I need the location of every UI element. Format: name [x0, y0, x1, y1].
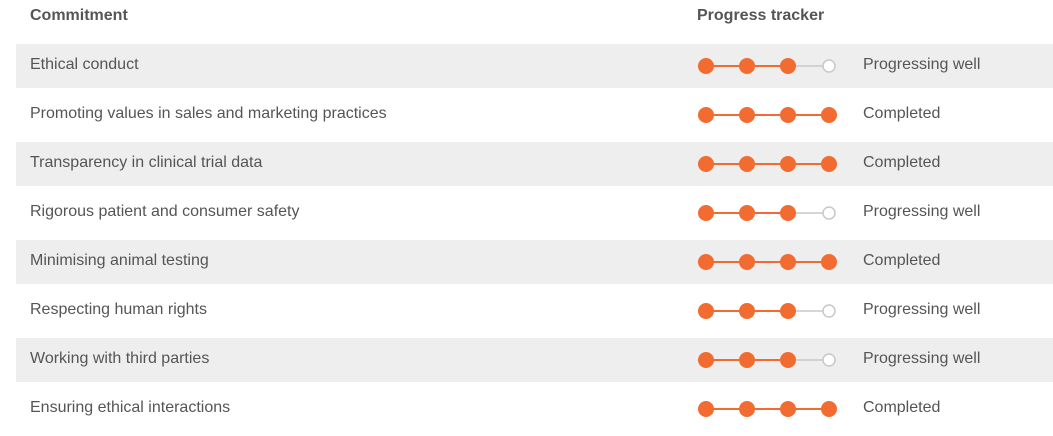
progress-dot-complete-icon [821, 401, 837, 417]
progress-dot-complete-icon [739, 58, 755, 74]
progress-dot-complete-icon [698, 156, 714, 172]
table-row: Ethical conduct Progressing well [0, 44, 1053, 93]
commitment-label: Minimising animal testing [30, 252, 209, 269]
status-label: Progressing well [863, 350, 981, 367]
progress-dot-complete-icon [780, 303, 796, 319]
progress-steps-graphic [698, 254, 837, 270]
progress-steps-graphic [698, 58, 836, 74]
progress-steps-graphic [698, 205, 836, 221]
progress-dot-pending-icon [822, 353, 836, 367]
status-label: Completed [863, 154, 941, 171]
progress-tracker-column-header: Progress tracker [697, 7, 825, 24]
commitment-column-header: Commitment [30, 7, 128, 24]
progress-dot-complete-icon [739, 156, 755, 172]
table-row: Ensuring ethical interactions Completed [0, 387, 1053, 436]
progress-dot-complete-icon [698, 107, 714, 123]
table-row: Working with third parties Progressing w… [0, 338, 1053, 387]
progress-dot-complete-icon [821, 107, 837, 123]
progress-steps-graphic [698, 156, 837, 172]
commitment-label: Transparency in clinical trial data [30, 154, 263, 171]
progress-dot-complete-icon [698, 205, 714, 221]
progress-tracker [697, 203, 837, 223]
progress-steps-graphic [698, 352, 836, 368]
progress-tracker [697, 252, 837, 272]
table-header: Commitment Progress tracker [0, 0, 1053, 34]
progress-steps-graphic [698, 107, 837, 123]
status-label: Progressing well [863, 56, 981, 73]
progress-dot-complete-icon [739, 205, 755, 221]
progress-dot-complete-icon [780, 58, 796, 74]
table-row: Transparency in clinical trial data Comp… [0, 142, 1053, 191]
progress-dot-complete-icon [739, 107, 755, 123]
commitment-label: Rigorous patient and consumer safety [30, 203, 300, 220]
progress-dot-complete-icon [780, 205, 796, 221]
table-row: Minimising animal testing Completed [0, 240, 1053, 289]
progress-dot-complete-icon [780, 254, 796, 270]
progress-tracker [697, 350, 837, 370]
progress-dot-complete-icon [780, 401, 796, 417]
table-row: Rigorous patient and consumer safety Pro… [0, 191, 1053, 240]
status-label: Progressing well [863, 203, 981, 220]
progress-dot-complete-icon [821, 156, 837, 172]
progress-tracker [697, 56, 837, 76]
table-row: Respecting human rights Progressing well [0, 289, 1053, 338]
progress-tracker [697, 399, 837, 419]
status-label: Progressing well [863, 301, 981, 318]
commitments-table: Ethical conduct Progressing well Promoti… [0, 44, 1053, 436]
progress-dot-complete-icon [780, 107, 796, 123]
commitment-label: Ethical conduct [30, 56, 139, 73]
progress-dot-complete-icon [821, 254, 837, 270]
progress-steps-graphic [698, 401, 837, 417]
progress-steps-graphic [698, 303, 836, 319]
progress-tracker [697, 154, 837, 174]
table-row: Promoting values in sales and marketing … [0, 93, 1053, 142]
status-label: Completed [863, 252, 941, 269]
progress-dot-pending-icon [822, 206, 836, 220]
progress-dot-complete-icon [739, 254, 755, 270]
progress-dot-complete-icon [698, 58, 714, 74]
progress-tracker [697, 301, 837, 321]
progress-dot-pending-icon [822, 304, 836, 318]
commitment-label: Working with third parties [30, 350, 210, 367]
progress-dot-pending-icon [822, 59, 836, 73]
commitment-label: Promoting values in sales and marketing … [30, 105, 387, 122]
progress-dot-complete-icon [739, 401, 755, 417]
status-label: Completed [863, 105, 941, 122]
progress-dot-complete-icon [698, 401, 714, 417]
progress-dot-complete-icon [698, 352, 714, 368]
progress-dot-complete-icon [698, 254, 714, 270]
progress-dot-complete-icon [780, 156, 796, 172]
progress-dot-complete-icon [698, 303, 714, 319]
commitment-label: Respecting human rights [30, 301, 207, 318]
status-label: Completed [863, 399, 941, 416]
progress-dot-complete-icon [780, 352, 796, 368]
progress-dot-complete-icon [739, 303, 755, 319]
progress-dot-complete-icon [739, 352, 755, 368]
commitment-label: Ensuring ethical interactions [30, 399, 231, 416]
progress-tracker [697, 105, 837, 125]
